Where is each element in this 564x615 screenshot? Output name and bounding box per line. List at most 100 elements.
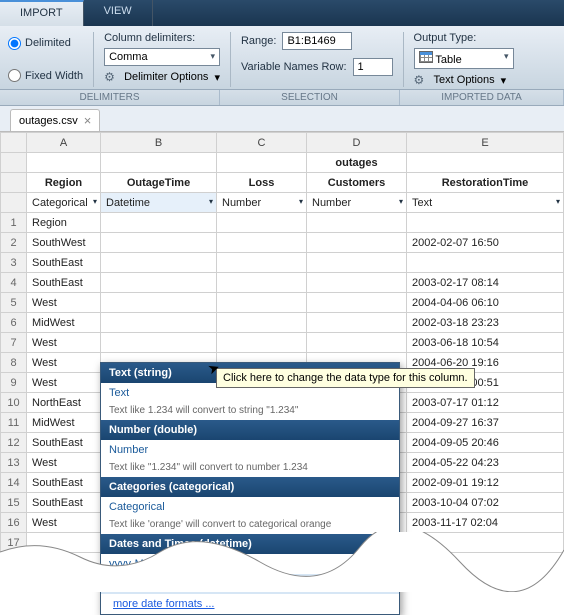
col-D[interactable]: D [307,133,407,153]
cell[interactable]: West [27,373,101,393]
cell[interactable]: 2004-04-06 06:10 [407,293,564,313]
col-B[interactable]: B [101,133,217,153]
cell[interactable] [307,293,407,313]
cell[interactable] [101,333,217,353]
delimiter-options-btn[interactable]: Delimiter Options ▾ [104,70,220,84]
cell[interactable]: 2003-02-17 08:14 [407,273,564,293]
cell[interactable]: SouthEast [27,493,101,513]
header-customers[interactable]: Customers [307,173,407,193]
cell[interactable]: 2003-11-17 02:04 [407,513,564,533]
header-outagetime[interactable]: OutageTime [101,173,217,193]
cell[interactable]: West [27,293,101,313]
cell[interactable]: Region [27,213,101,233]
row-head[interactable]: 4 [1,273,27,293]
cell[interactable] [407,253,564,273]
cell[interactable]: SouthEast [27,473,101,493]
cell[interactable]: 2003-10-04 07:02 [407,493,564,513]
row-head[interactable]: 12 [1,433,27,453]
row-head[interactable]: 1 [1,213,27,233]
tab-view[interactable]: VIEW [84,0,153,26]
cell[interactable] [307,273,407,293]
cell[interactable] [101,313,217,333]
type-E[interactable]: Text [407,193,564,213]
cell[interactable] [27,533,101,553]
cell[interactable] [217,233,307,253]
cell[interactable]: SouthEast [27,253,101,273]
row-head[interactable]: 15 [1,493,27,513]
cell[interactable]: 2004-09-05 20:46 [407,433,564,453]
cell[interactable]: West [27,333,101,353]
menu-opt-categorical[interactable]: Categorical [101,497,399,517]
range-input[interactable] [282,32,352,50]
text-options-btn[interactable]: Text Options ▾ [414,73,514,87]
menu-opt-number[interactable]: Number [101,440,399,460]
cell[interactable]: 2002-09-01 19:12 [407,473,564,493]
cell[interactable]: SouthEast [27,433,101,453]
cell[interactable] [101,273,217,293]
cell[interactable] [217,293,307,313]
radio-fixed-width[interactable]: Fixed Width [8,69,83,82]
cell[interactable] [217,333,307,353]
cell[interactable]: 2003-06-18 10:54 [407,333,564,353]
cell[interactable]: 2003-07-17 01:12 [407,393,564,413]
row-head[interactable]: 7 [1,333,27,353]
cell[interactable]: 2002-02-07 16:50 [407,233,564,253]
header-loss[interactable]: Loss [217,173,307,193]
row-head[interactable]: 5 [1,293,27,313]
cell[interactable] [217,273,307,293]
close-icon[interactable]: × [84,113,92,128]
type-D[interactable]: Number [307,193,407,213]
cell[interactable]: SouthWest [27,233,101,253]
row-head[interactable]: 14 [1,473,27,493]
col-delim-combo[interactable]: Comma [104,48,220,66]
cell[interactable]: West [27,453,101,473]
menu-opt-custom[interactable]: Custom Date Format like MM-dd-yyyy hh:mm… [101,574,399,594]
row-head[interactable]: 3 [1,253,27,273]
cell[interactable] [101,253,217,273]
cell[interactable]: MidWest [27,313,101,333]
type-C[interactable]: Number [217,193,307,213]
cell[interactable]: 2002-03-18 23:23 [407,313,564,333]
cell[interactable] [217,253,307,273]
row-head[interactable]: 9 [1,373,27,393]
cell[interactable]: NorthEast [27,393,101,413]
cell[interactable] [217,313,307,333]
varnames-input[interactable] [353,58,393,76]
cell[interactable] [101,293,217,313]
cell[interactable] [307,213,407,233]
type-B[interactable]: Datetime [101,193,217,213]
file-tab[interactable]: outages.csv × [10,109,100,131]
row-head[interactable]: 11 [1,413,27,433]
cell[interactable] [307,233,407,253]
row-head[interactable]: 13 [1,453,27,473]
menu-more-formats-link[interactable]: more date formats ... [101,594,399,614]
row-head[interactable]: 2 [1,233,27,253]
cell[interactable]: 2004-09-27 16:37 [407,413,564,433]
cell[interactable]: MidWest [27,413,101,433]
row-head[interactable]: 16 [1,513,27,533]
cell[interactable] [307,253,407,273]
row-head[interactable]: 10 [1,393,27,413]
cell[interactable]: West [27,353,101,373]
cell[interactable] [407,213,564,233]
cell[interactable]: 2004-05-22 04:23 [407,453,564,473]
row-head[interactable]: 6 [1,313,27,333]
row-head[interactable]: 8 [1,353,27,373]
col-A[interactable]: A [27,133,101,153]
cell[interactable] [307,313,407,333]
cell[interactable] [101,213,217,233]
type-A[interactable]: Categorical [27,193,101,213]
header-restoration[interactable]: RestorationTime [407,173,564,193]
cell[interactable] [101,233,217,253]
col-C[interactable]: C [217,133,307,153]
tab-import[interactable]: IMPORT [0,0,84,26]
menu-opt-dateformat[interactable]: yyyy-MM-dd HH:mm [101,554,399,574]
cell[interactable] [407,533,564,553]
cell[interactable]: West [27,513,101,533]
cell[interactable]: SouthEast [27,273,101,293]
radio-delimited[interactable]: Delimited [8,37,83,50]
cell[interactable] [217,213,307,233]
output-type-combo[interactable]: Table [414,48,514,69]
row-head[interactable]: 17 [1,533,27,553]
col-E[interactable]: E [407,133,564,153]
